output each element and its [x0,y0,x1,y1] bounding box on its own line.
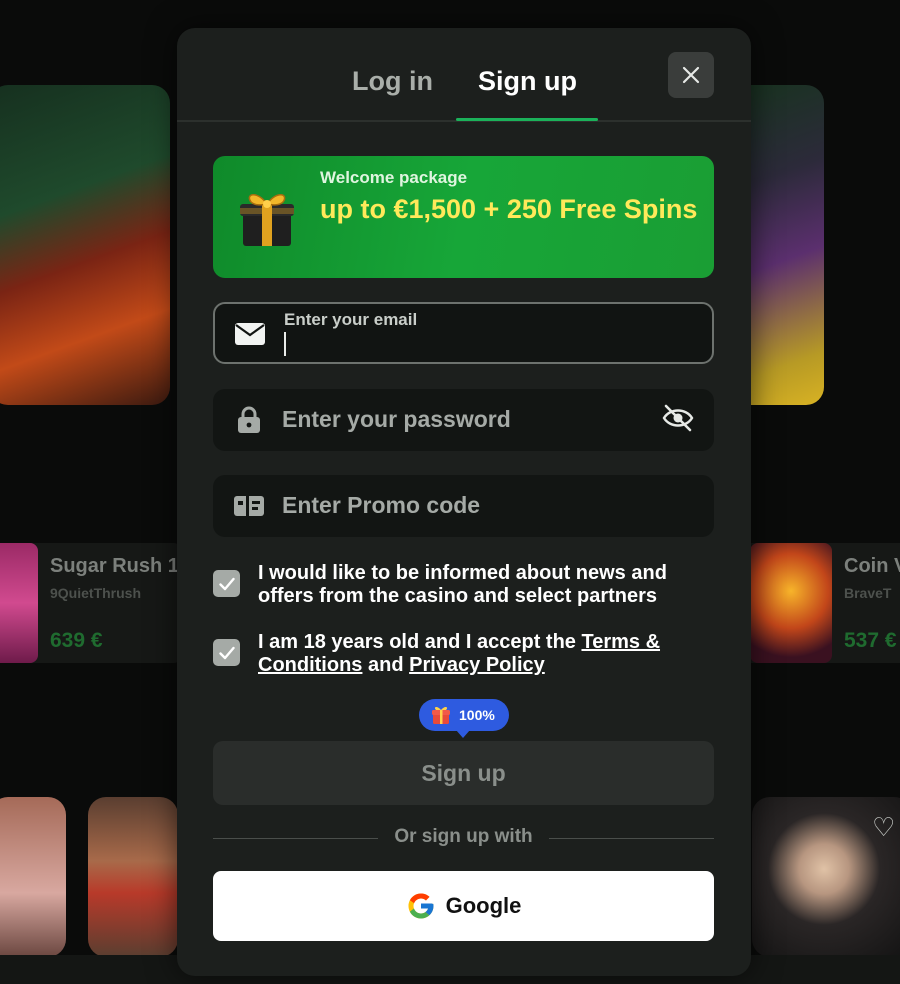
privacy-policy-link[interactable]: Privacy Policy [409,654,545,676]
password-placeholder: Enter your password [282,406,511,432]
divider-line [213,838,378,839]
email-label: Enter your email [284,310,418,329]
terms-consent-text: I am 18 years old and I accept the Terms… [258,631,714,677]
social-divider: Or sign up with [213,826,714,850]
news-consent-text: I would like to be informed about news a… [258,562,667,607]
game-tile[interactable] [88,797,178,957]
terms-consent-prefix: I am 18 years old and I accept the [258,631,582,653]
game-tile[interactable] [0,797,66,957]
ticket-icon [234,493,264,519]
google-button-label: Google [445,893,522,918]
email-field[interactable]: Enter your email [213,302,714,364]
game-thumbnail [750,543,832,663]
welcome-package-banner: Welcome package up to €1,500 + 250 Free … [213,156,714,278]
divider-line [549,838,714,839]
auth-tabs: Log in Sign up [177,28,751,122]
game-tile[interactable] [0,85,170,405]
promo-code-field[interactable]: Enter Promo code [213,475,714,537]
padlock-icon [234,406,264,433]
heart-icon[interactable]: ♡ [872,812,895,843]
news-consent-checkbox[interactable] [213,570,240,597]
google-signup-button[interactable]: Google [213,871,714,941]
tab-signup[interactable]: Sign up [478,66,577,97]
win-amount: 639 € [50,629,103,652]
recent-win-card[interactable]: Coin V BraveT 537 € [740,543,900,663]
bonus-badge-text: 100% [459,707,495,723]
envelope-icon [235,321,265,347]
password-field[interactable]: Enter your password [213,389,714,451]
close-button[interactable] [668,52,714,98]
game-thumbnail [0,543,38,663]
active-tab-indicator [456,118,598,121]
google-logo-icon [408,893,434,919]
text-caret [284,332,286,356]
promo-headline: up to €1,500 + 250 Free Spins [320,194,698,224]
player-name: 9QuietThrush [50,585,142,601]
bonus-badge: 100% [419,699,509,738]
checkmark-icon [218,646,235,659]
win-amount: 537 € [844,629,897,652]
divider-text: Or sign up with [394,826,533,847]
promo-label: Welcome package [320,168,468,187]
terms-consent-checkbox[interactable] [213,639,240,666]
gift-box-icon [240,194,294,246]
close-icon [682,66,700,84]
player-name: BraveT [844,585,892,601]
auth-modal: Log in Sign up Welcome package up to €1,… [177,28,751,976]
gift-icon [432,706,450,724]
signup-button[interactable]: Sign up [213,741,714,805]
promo-code-placeholder: Enter Promo code [282,492,481,518]
checkmark-icon [218,577,235,590]
terms-consent-middle: and [362,654,410,676]
eye-slash-icon[interactable] [662,403,694,433]
game-title: Sugar Rush 1 [50,555,179,577]
tab-login[interactable]: Log in [352,66,433,97]
game-title: Coin V [844,555,900,577]
recent-win-card[interactable]: Sugar Rush 1 9QuietThrush 639 € [0,543,180,663]
